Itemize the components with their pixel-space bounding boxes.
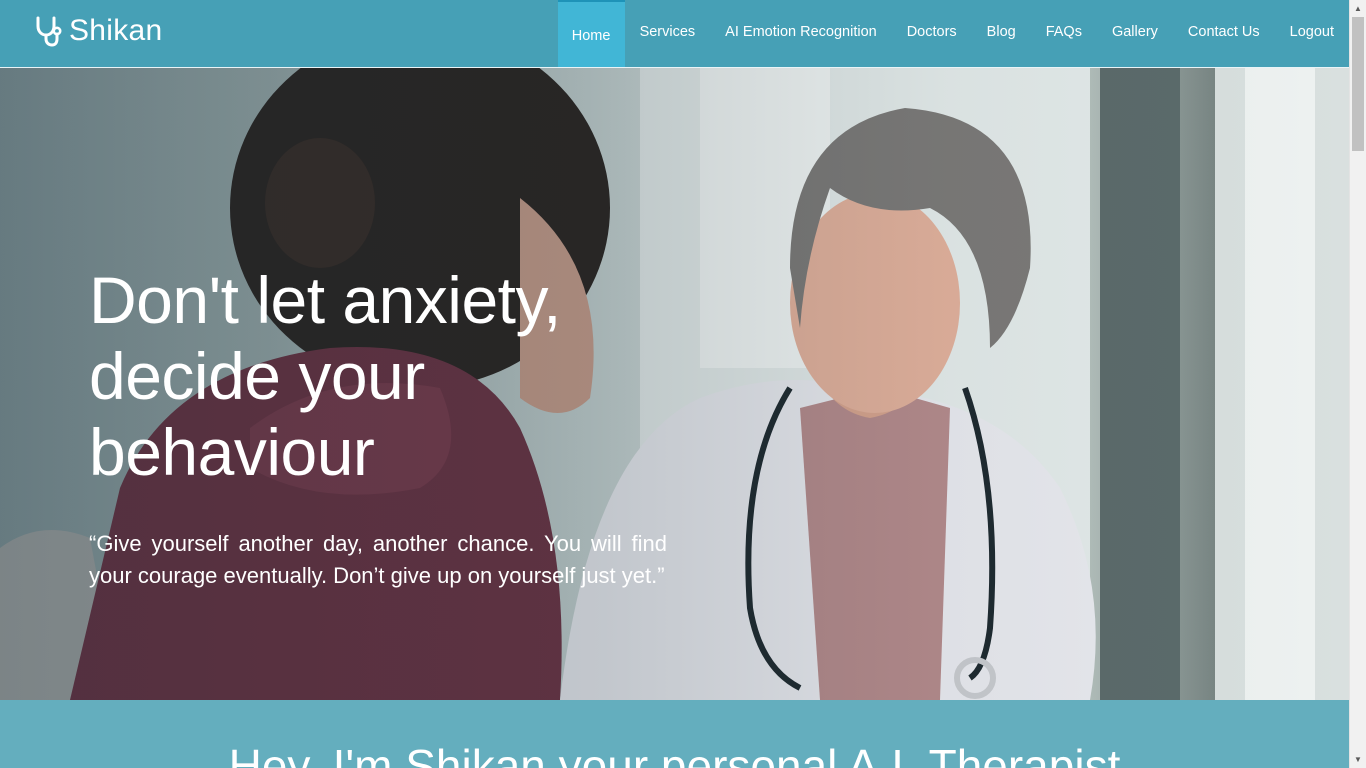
nav-item-gallery[interactable]: Gallery [1097,0,1173,67]
nav-item-faqs[interactable]: FAQs [1031,0,1097,67]
nav-item-home[interactable]: Home [557,0,625,67]
nav-item-services[interactable]: Services [625,0,711,67]
brand-logo-link[interactable]: Shikan [33,13,163,49]
nav-item-contact-us[interactable]: Contact Us [1173,0,1275,67]
scroll-down-arrow-icon[interactable]: ▼ [1350,751,1366,768]
nav-item-blog[interactable]: Blog [972,0,1031,67]
page: Shikan Home Services AI Emotion Recognit… [0,0,1366,768]
nav-item-ai-emotion-recognition[interactable]: AI Emotion Recognition [710,0,892,67]
intro-heading: Hey, I'm Shikan your personal A.I. Thera… [228,740,1121,768]
scroll-up-arrow-icon[interactable]: ▲ [1350,0,1366,17]
top-navbar: Shikan Home Services AI Emotion Recognit… [0,0,1349,68]
hero-quote: “Give yourself another day, another chan… [89,531,667,588]
stethoscope-icon [33,15,63,47]
intro-section: Hey, I'm Shikan your personal A.I. Thera… [0,700,1349,768]
hero-title: Don't let anxiety, decide your behaviour [89,263,561,489]
vertical-scrollbar[interactable]: ▲ ▼ [1349,0,1366,768]
hero-banner: Don't let anxiety, decide your behaviour… [0,68,1349,700]
nav-item-doctors[interactable]: Doctors [892,0,972,67]
main-nav: Home Services AI Emotion Recognition Doc… [557,0,1349,67]
scrollbar-thumb[interactable] [1352,17,1364,151]
brand-name: Shikan [69,14,163,47]
nav-item-logout[interactable]: Logout [1275,0,1349,67]
